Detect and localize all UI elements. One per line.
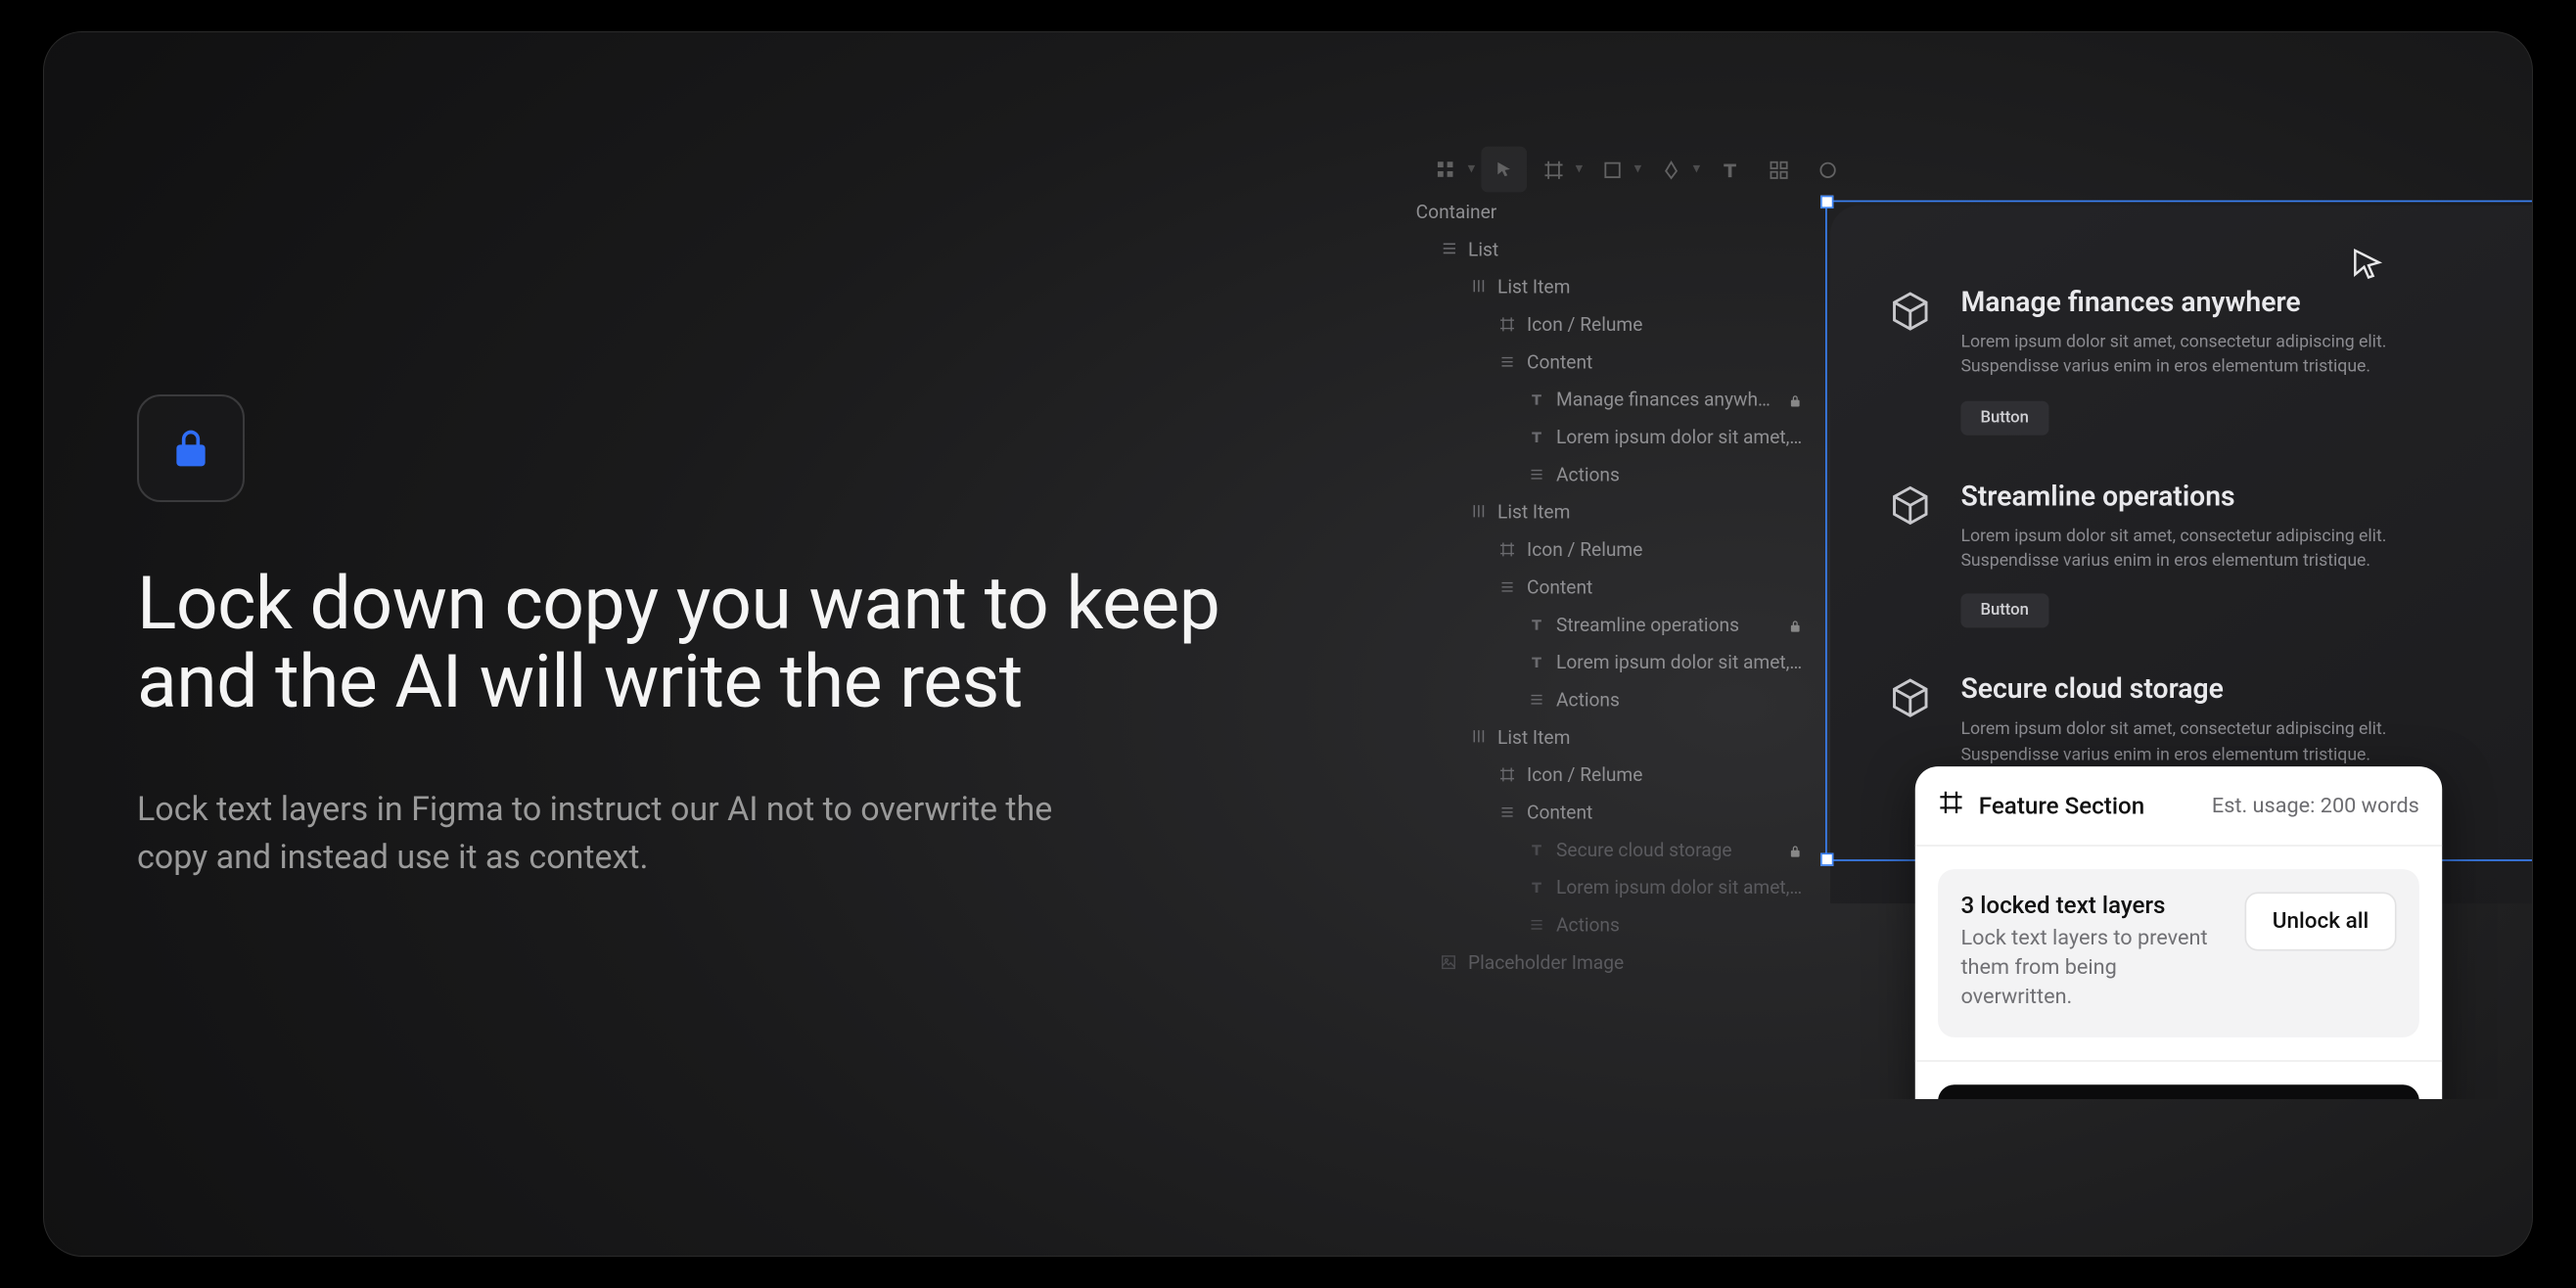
layer-list-item[interactable]: List Item — [1409, 492, 1817, 529]
layer-text-lorem[interactable]: Lorem ipsum dolor sit amet, conse… — [1409, 417, 1817, 454]
usage-estimate: Est. usage: 200 words — [2212, 794, 2419, 818]
layer-text-lorem[interactable]: Lorem ipsum dolor sit amet, conse… — [1409, 867, 1817, 904]
layer-container[interactable]: Container — [1416, 192, 1817, 229]
layers-panel: Container List List Item Icon / Relume C… — [1409, 192, 1817, 980]
layer-content[interactable]: Content — [1409, 343, 1817, 380]
feature-title: Manage finances anywhere — [1960, 287, 2401, 319]
text-icon — [1527, 614, 1546, 633]
text-icon — [1527, 389, 1546, 408]
unlock-all-button[interactable]: Unlock all — [2244, 892, 2396, 950]
layer-list-item[interactable]: List Item — [1409, 267, 1817, 304]
layer-text-title[interactable]: Manage finances anywhere — [1409, 380, 1817, 417]
popup-header: Feature Section Est. usage: 200 words — [1915, 766, 2442, 847]
feature-item: Manage finances anywhere Lorem ipsum dol… — [1889, 287, 2503, 435]
feature-item: Streamline operations Lorem ipsum dolor … — [1889, 481, 2503, 628]
generate-copy-button[interactable]: Generate copy — [1938, 1083, 2419, 1099]
layer-list-item[interactable]: List Item — [1409, 717, 1817, 755]
feature-desc: Lorem ipsum dolor sit amet, consectetur … — [1960, 716, 2401, 766]
text-tool-icon[interactable] — [1706, 147, 1752, 193]
cube-icon — [1889, 483, 1931, 526]
layer-placeholder-image[interactable]: Placeholder Image — [1409, 943, 1817, 980]
popup-title: Feature Section — [1979, 792, 2144, 819]
layer-text-title[interactable]: Streamline operations — [1409, 605, 1817, 642]
text-icon — [1527, 652, 1546, 671]
feature-button[interactable]: Button — [1960, 594, 2047, 628]
list-icon — [1497, 802, 1517, 821]
stack-icon — [1468, 276, 1488, 296]
frame-icon — [1497, 314, 1517, 334]
chevron-down-icon[interactable]: ▾ — [1573, 161, 1586, 178]
move-tool-icon[interactable] — [1422, 147, 1468, 193]
lock-icon — [1788, 391, 1805, 407]
divider — [1915, 1059, 2442, 1061]
hand-tool-icon[interactable] — [1804, 147, 1850, 193]
layer-icon-relume[interactable]: Icon / Relume — [1409, 755, 1817, 792]
chevron-down-icon[interactable]: ▾ — [1632, 161, 1644, 178]
figma-preview: ▾ ▾ ▾ ▾ Container List — [1409, 140, 1863, 199]
frame-tool-icon[interactable] — [1530, 147, 1576, 193]
cube-icon — [1889, 290, 1931, 332]
headline: Lock down copy you want to keep and the … — [137, 565, 1263, 722]
layer-list[interactable]: List — [1409, 230, 1817, 267]
layer-text-lorem[interactable]: Lorem ipsum dolor sit amet, conse… — [1409, 642, 1817, 679]
locked-desc: Lock text layers to prevent them from be… — [1960, 925, 2222, 1014]
list-icon — [1527, 914, 1546, 934]
layer-content[interactable]: Content — [1409, 793, 1817, 830]
rectangle-tool-icon[interactable] — [1588, 147, 1634, 193]
feature-title: Secure cloud storage — [1960, 674, 2401, 707]
feature-desc: Lorem ipsum dolor sit amet, consectetur … — [1960, 523, 2401, 573]
layer-actions[interactable]: Actions — [1409, 455, 1817, 492]
locked-count: 3 locked text layers — [1960, 892, 2222, 919]
frame-icon — [1497, 539, 1517, 559]
text-icon — [1527, 427, 1546, 446]
lock-icon — [1788, 841, 1805, 857]
figma-preview-clip: ▾ ▾ ▾ ▾ Container List — [1409, 140, 2533, 1099]
feature-button[interactable]: Button — [1960, 400, 2047, 435]
list-icon — [1439, 239, 1458, 258]
layer-actions[interactable]: Actions — [1409, 680, 1817, 717]
ai-copy-popup: Feature Section Est. usage: 200 words 3 … — [1915, 766, 2442, 1099]
list-icon — [1497, 351, 1517, 371]
lock-icon — [169, 427, 212, 470]
subheading: Lock text layers in Figma to instruct ou… — [137, 786, 1077, 883]
cube-icon — [1889, 677, 1931, 719]
layer-icon-relume[interactable]: Icon / Relume — [1409, 304, 1817, 342]
stack-icon — [1468, 726, 1488, 746]
frame-icon — [1497, 764, 1517, 784]
chevron-down-icon[interactable]: ▾ — [1690, 161, 1703, 178]
resources-tool-icon[interactable] — [1755, 147, 1801, 193]
stack-icon — [1468, 501, 1488, 521]
figma-toolbar: ▾ ▾ ▾ ▾ — [1409, 140, 1863, 199]
headline-line-1: Lock down copy you want to keep — [137, 561, 1219, 647]
lock-icon — [1788, 616, 1805, 632]
layer-content[interactable]: Content — [1409, 568, 1817, 605]
list-icon — [1497, 576, 1517, 596]
headline-line-2: and the AI will write the rest — [137, 639, 1023, 725]
frame-icon — [1938, 789, 1964, 821]
feature-desc: Lorem ipsum dolor sit amet, consectetur … — [1960, 329, 2401, 379]
list-icon — [1527, 464, 1546, 483]
layer-text-title[interactable]: Secure cloud storage — [1409, 830, 1817, 867]
image-icon — [1439, 951, 1458, 971]
cursor-tool-icon[interactable] — [1481, 147, 1527, 193]
locked-layers-notice: 3 locked text layers Lock text layers to… — [1938, 869, 2419, 1036]
text-icon — [1527, 877, 1546, 897]
text-icon — [1527, 839, 1546, 858]
list-icon — [1527, 689, 1546, 709]
layer-icon-relume[interactable]: Icon / Relume — [1409, 529, 1817, 567]
feature-card: Lock down copy you want to keep and the … — [43, 31, 2533, 1257]
cursor-icon — [2349, 246, 2385, 288]
chevron-down-icon[interactable]: ▾ — [1465, 161, 1478, 178]
layer-actions[interactable]: Actions — [1409, 905, 1817, 943]
feature-title: Streamline operations — [1960, 481, 2401, 513]
lock-tile — [137, 394, 245, 502]
pen-tool-icon[interactable] — [1647, 147, 1693, 193]
